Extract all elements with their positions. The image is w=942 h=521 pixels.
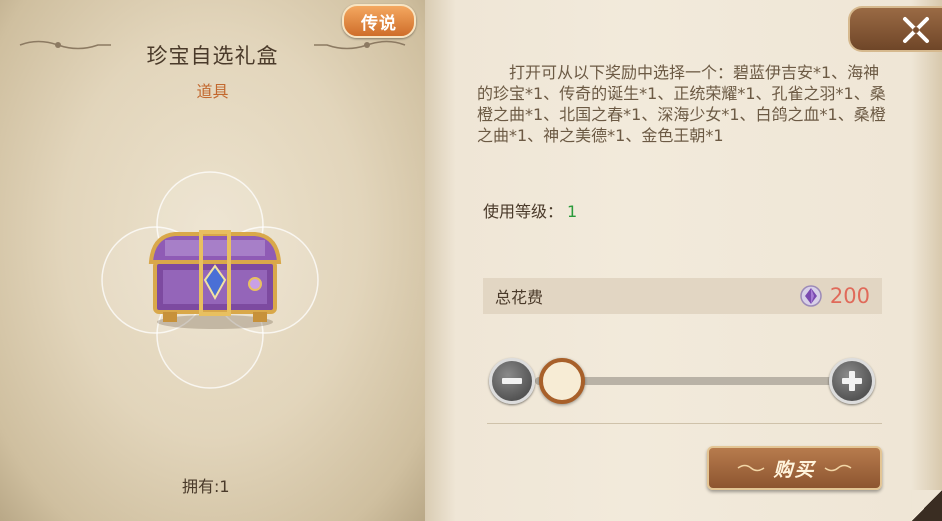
quantity-slider[interactable] [487,352,882,412]
rarity-badge: 传说 [342,4,416,38]
use-level-row: 使用等级： 1 [483,198,577,222]
minus-icon [502,378,522,384]
item-type: 道具 [196,82,229,101]
total-cost-label: 总花费 [495,288,544,307]
left-flourish-icon [738,464,765,472]
total-cost-value: 200 [829,284,870,308]
right-flourish-icon [824,464,851,472]
use-level-label: 使用等级： [483,202,564,221]
reward-description: 打开可从以下奖励中选择一个：碧蓝伊吉安*1、海神的珍宝*1、传奇的诞生*1、正统… [477,63,886,145]
plus-icon [842,371,862,391]
page-curl-decoration [912,490,942,521]
decrease-button[interactable] [489,358,535,404]
item-purchase-dialog: 珍宝自选礼盒 道具 传说 拥有:1 打开可从以下奖励中选择一个：碧蓝伊吉安*1、… [0,0,942,521]
buy-button-label: 购买 [773,458,816,481]
treasure-chest-icon [148,230,282,329]
purple-gem-icon [800,285,822,307]
divider [487,423,882,424]
close-button[interactable] [848,6,942,52]
item-title: 珍宝自选礼盒 [146,44,279,68]
increase-button[interactable] [829,358,875,404]
buy-button[interactable]: 购买 [707,446,882,490]
owned-count: 拥有:1 [182,477,230,496]
use-level-value: 1 [567,202,578,221]
close-icon [903,17,929,43]
item-preview-panel: 珍宝自选礼盒 道具 传说 拥有:1 [0,0,425,521]
slider-knob[interactable] [539,358,585,404]
total-cost-bar: 总花费 200 [483,278,882,314]
